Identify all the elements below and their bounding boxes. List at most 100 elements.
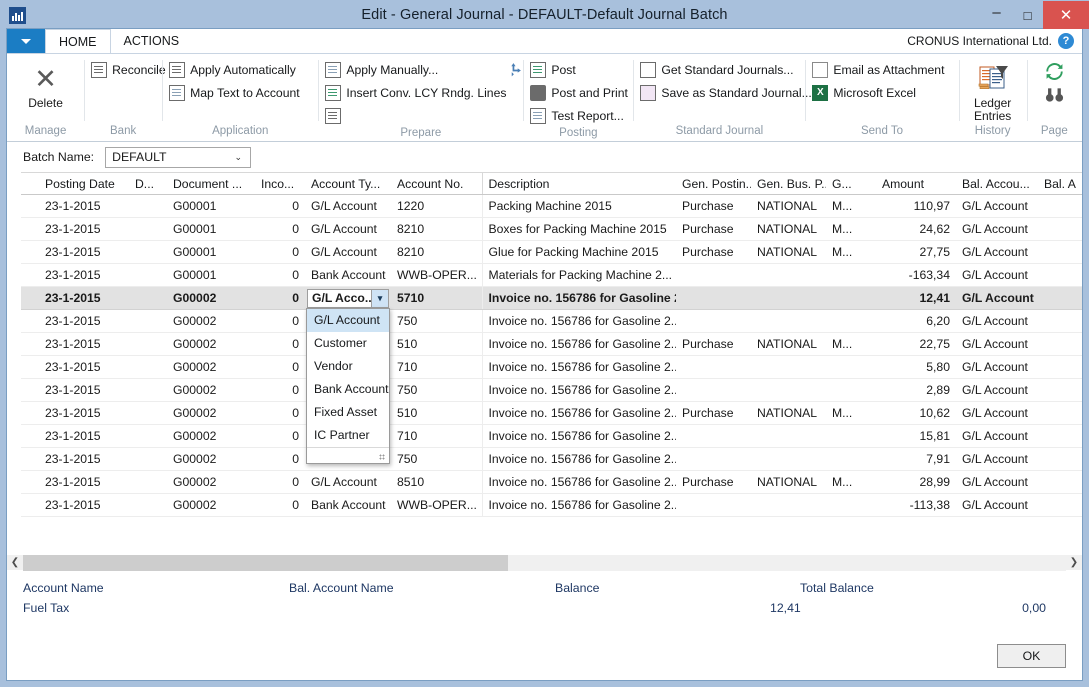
dropdown-option-bank-account[interactable]: Bank Account xyxy=(307,378,389,401)
cell-amount[interactable]: 110,97 xyxy=(876,195,956,218)
cell-document-type[interactable] xyxy=(129,218,167,241)
cell-document-type[interactable] xyxy=(129,195,167,218)
apply-manually-button[interactable]: Apply Manually... xyxy=(325,60,506,80)
cell-gen-posting-type[interactable] xyxy=(676,264,751,287)
cell-gen-posting-type[interactable] xyxy=(676,310,751,333)
cell-amount[interactable]: -113,38 xyxy=(876,494,956,517)
insert-conv-lcy-rndg-lines-button[interactable]: Insert Conv. LCY Rndg. Lines xyxy=(325,83,506,103)
cell-amount[interactable]: 12,41 xyxy=(876,287,956,310)
cell-amount[interactable]: 28,99 xyxy=(876,471,956,494)
cell-description[interactable]: Invoice no. 156786 for Gasoline 2... xyxy=(482,379,676,402)
cell-incoming-document[interactable]: 0 xyxy=(255,379,305,402)
cell-incoming-document[interactable]: 0 xyxy=(255,356,305,379)
tab-home[interactable]: HOME xyxy=(45,29,111,53)
scroll-right-arrow[interactable]: ❯ xyxy=(1066,557,1082,568)
cell-description[interactable]: Invoice no. 156786 for Gasoline 2... xyxy=(482,448,676,471)
cell-gen-prod-posting-group[interactable] xyxy=(826,310,876,333)
cell-posting-date[interactable]: 23-1-2015 xyxy=(21,241,129,264)
cell-gen-prod-posting-group[interactable] xyxy=(826,264,876,287)
apply-automatically-button[interactable]: Apply Automatically xyxy=(169,60,300,80)
cell-account-no[interactable]: 710 xyxy=(391,425,482,448)
cell-bal-account-no[interactable] xyxy=(1038,333,1082,356)
cell-gen-posting-type[interactable] xyxy=(676,379,751,402)
cell-incoming-document[interactable]: 0 xyxy=(255,448,305,471)
cell-bal-account-no[interactable] xyxy=(1038,241,1082,264)
cell-posting-date[interactable]: 23-1-2015 xyxy=(21,494,129,517)
cell-document-type[interactable] xyxy=(129,356,167,379)
cell-posting-date[interactable]: 23-1-2015 xyxy=(21,264,129,287)
cell-description[interactable]: Packing Machine 2015 xyxy=(482,195,676,218)
cell-bal-account-type[interactable]: G/L Account xyxy=(956,448,1038,471)
cell-document-type[interactable] xyxy=(129,264,167,287)
cell-account-type[interactable]: Bank Account xyxy=(305,264,391,287)
minimize-button[interactable]: – xyxy=(981,1,1012,29)
cell-gen-prod-posting-group[interactable]: M... xyxy=(826,218,876,241)
cell-gen-prod-posting-group[interactable]: M... xyxy=(826,195,876,218)
cell-document-no[interactable]: G00002 xyxy=(167,402,255,425)
cell-gen-posting-type[interactable] xyxy=(676,356,751,379)
cell-account-no[interactable]: 750 xyxy=(391,448,482,471)
cell-incoming-document[interactable]: 0 xyxy=(255,471,305,494)
cell-incoming-document[interactable]: 0 xyxy=(255,195,305,218)
cell-bal-account-type[interactable]: G/L Account xyxy=(956,333,1038,356)
cell-account-type[interactable]: G/L Account xyxy=(305,218,391,241)
cell-gen-prod-posting-group[interactable]: M... xyxy=(826,471,876,494)
cell-gen-bus-posting-group[interactable] xyxy=(751,379,826,402)
cell-account-no[interactable]: 8510 xyxy=(391,471,482,494)
cell-document-type[interactable] xyxy=(129,241,167,264)
cell-incoming-document[interactable]: 0 xyxy=(255,402,305,425)
column-header-bal-account-no[interactable]: Bal. A xyxy=(1038,173,1082,195)
cell-gen-bus-posting-group[interactable]: NATIONAL xyxy=(751,241,826,264)
table-row[interactable]: 23-1-2015G000010G/L Account8210Boxes for… xyxy=(21,218,1082,241)
cell-posting-date[interactable]: 23-1-2015 xyxy=(21,218,129,241)
find-icon[interactable] xyxy=(1045,87,1064,103)
dropdown-option-ic-partner[interactable]: IC Partner xyxy=(307,424,389,447)
cell-account-no[interactable]: WWB-OPER... xyxy=(391,264,482,287)
scroll-left-arrow[interactable]: ❮ xyxy=(7,557,23,568)
column-header-account-type[interactable]: Account Ty... xyxy=(305,173,391,195)
cell-gen-bus-posting-group[interactable] xyxy=(751,448,826,471)
cell-amount[interactable]: 15,81 xyxy=(876,425,956,448)
cell-gen-posting-type[interactable] xyxy=(676,448,751,471)
cell-bal-account-no[interactable] xyxy=(1038,448,1082,471)
cell-amount[interactable]: 6,20 xyxy=(876,310,956,333)
cell-account-no[interactable]: 750 xyxy=(391,379,482,402)
cell-gen-prod-posting-group[interactable] xyxy=(826,494,876,517)
cell-account-no[interactable]: 5710 xyxy=(391,287,482,310)
cell-document-no[interactable]: G00002 xyxy=(167,333,255,356)
cell-bal-account-no[interactable] xyxy=(1038,356,1082,379)
cell-description[interactable]: Invoice no. 156786 for Gasoline 2... xyxy=(482,471,676,494)
cell-incoming-document[interactable]: 0 xyxy=(255,287,305,310)
cell-description[interactable]: Invoice no. 156786 for Gasoline 2... xyxy=(482,425,676,448)
column-header-incoming-document[interactable]: Inco... xyxy=(255,173,305,195)
table-row[interactable]: 23-1-2015G000020710Invoice no. 156786 fo… xyxy=(21,425,1082,448)
cell-bal-account-no[interactable] xyxy=(1038,471,1082,494)
cell-bal-account-no[interactable] xyxy=(1038,264,1082,287)
cell-gen-posting-type[interactable] xyxy=(676,494,751,517)
ledger-entries-button[interactable]: Ledger Entries xyxy=(966,60,1020,123)
cell-bal-account-no[interactable] xyxy=(1038,425,1082,448)
cell-document-no[interactable]: G00001 xyxy=(167,218,255,241)
cell-description[interactable]: Invoice no. 156786 for Gasoline 2... xyxy=(482,287,676,310)
batch-name-select[interactable]: DEFAULT ⌄ xyxy=(105,147,251,168)
get-standard-journals-button[interactable]: Get Standard Journals... xyxy=(640,60,811,80)
cell-document-type[interactable] xyxy=(129,287,167,310)
cell-bal-account-no[interactable] xyxy=(1038,494,1082,517)
cell-account-no[interactable]: 710 xyxy=(391,356,482,379)
cell-document-no[interactable]: G00002 xyxy=(167,494,255,517)
column-header-document-type[interactable]: D... xyxy=(129,173,167,195)
column-header-bal-account-type[interactable]: Bal. Accou... xyxy=(956,173,1038,195)
cell-document-type[interactable] xyxy=(129,402,167,425)
cell-document-type[interactable] xyxy=(129,471,167,494)
cell-document-no[interactable]: G00002 xyxy=(167,425,255,448)
cell-gen-posting-type[interactable]: Purchase xyxy=(676,471,751,494)
cell-posting-date[interactable]: 23-1-2015 xyxy=(21,195,129,218)
column-header-gen-bus-posting-group[interactable]: Gen. Bus. P... xyxy=(751,173,826,195)
cell-document-no[interactable]: G00001 xyxy=(167,264,255,287)
cell-document-no[interactable]: G00001 xyxy=(167,241,255,264)
cell-gen-posting-type[interactable]: Purchase xyxy=(676,195,751,218)
dropdown-option-customer[interactable]: Customer xyxy=(307,332,389,355)
cell-gen-posting-type[interactable] xyxy=(676,287,751,310)
cell-posting-date[interactable]: 23-1-2015 xyxy=(21,287,129,310)
cell-incoming-document[interactable]: 0 xyxy=(255,241,305,264)
